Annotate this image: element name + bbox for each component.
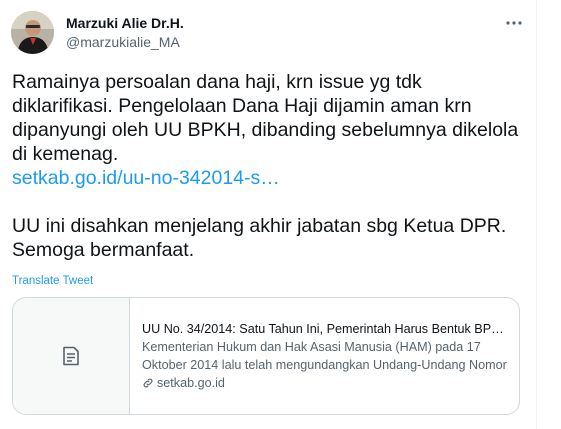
link-preview-card[interactable]: UU No. 34/2014: Satu Tahun Ini, Pemerint…: [12, 297, 520, 415]
avatar[interactable]: [11, 11, 54, 54]
more-options-button[interactable]: [503, 12, 525, 34]
author-handle[interactable]: @marzukialie_MA: [66, 34, 180, 50]
more-horizontal-icon: [506, 21, 522, 25]
card-domain-row: setkab.go.id: [142, 374, 508, 392]
tweet-link[interactable]: setkab.go.id/uu-no-342014-s…: [12, 167, 280, 189]
translate-tweet-link[interactable]: Translate Tweet: [12, 275, 93, 287]
document-icon: [63, 346, 79, 366]
avatar-image: [11, 11, 54, 54]
tweet-paragraph-2: UU ini disahkan menjelang akhir jabatan …: [12, 215, 507, 261]
tweet-paragraph-1: Ramainya persoalan dana haji, krn issue …: [12, 71, 519, 165]
card-body: UU No. 34/2014: Satu Tahun Ini, Pemerint…: [130, 298, 519, 414]
card-title: UU No. 34/2014: Satu Tahun Ini, Pemerint…: [142, 322, 508, 336]
tweet-text: Ramainya persoalan dana haji, krn issue …: [12, 70, 527, 262]
author-name[interactable]: Marzuki Alie Dr.H.: [66, 15, 184, 31]
timeline-divider: [536, 0, 537, 429]
card-domain: setkab.go.id: [157, 376, 225, 390]
card-description: Kementerian Hukum dan Hak Asasi Manusia …: [142, 340, 507, 372]
card-thumbnail: [13, 298, 130, 414]
link-icon: [143, 378, 153, 388]
